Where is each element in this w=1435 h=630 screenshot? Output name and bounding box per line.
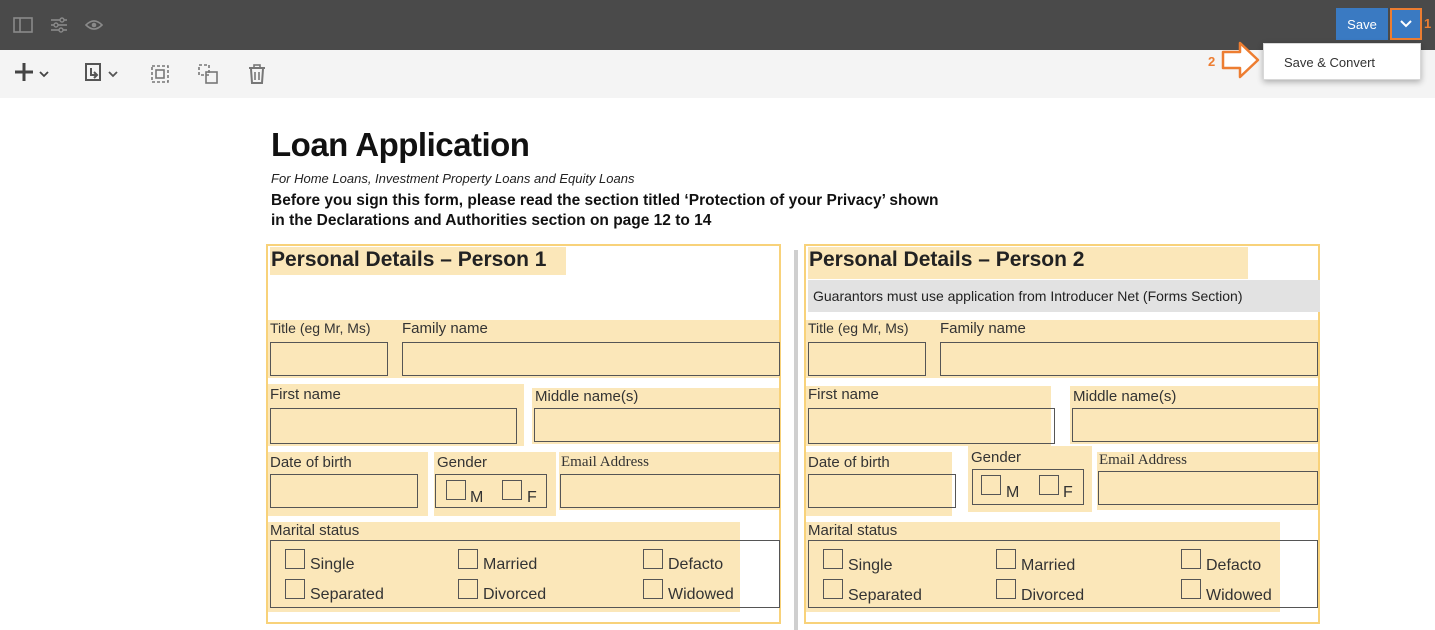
title-field[interactable] (808, 342, 926, 376)
email-field[interactable] (560, 474, 780, 508)
marital-status-label: Marital status (270, 522, 360, 539)
select-field-icon[interactable] (149, 62, 171, 86)
married-label: Married (483, 556, 538, 573)
title-label: Title (eg Mr, Ms) (808, 320, 909, 336)
title-field[interactable] (270, 342, 388, 376)
email-label: Email Address (561, 454, 649, 470)
gender-f-checkbox[interactable] (502, 480, 522, 500)
first-name-label: First name (270, 386, 341, 403)
privacy-warning: Before you sign this form, please read t… (271, 191, 939, 231)
menu-item-save-and-convert[interactable]: Save & Convert (1284, 55, 1375, 70)
defacto-checkbox[interactable] (643, 549, 663, 569)
privacy-warning-line-1: Before you sign this form, please read t… (271, 192, 939, 209)
widowed-label: Widowed (1206, 587, 1272, 604)
page-subtitle: For Home Loans, Investment Property Loan… (271, 171, 635, 186)
date-of-birth-label: Date of birth (808, 454, 890, 471)
date-of-birth-label: Date of birth (270, 454, 352, 471)
family-name-label: Family name (940, 320, 1026, 337)
widowed-checkbox[interactable] (643, 579, 663, 599)
widowed-label: Widowed (668, 586, 734, 603)
add-icon (13, 61, 35, 88)
date-of-birth-field[interactable] (808, 474, 956, 508)
eye-icon[interactable] (84, 15, 104, 35)
married-label: Married (1021, 557, 1076, 574)
separated-checkbox[interactable] (285, 579, 305, 599)
middle-name-label: Middle name(s) (1073, 388, 1177, 405)
date-of-birth-field[interactable] (270, 474, 418, 508)
divorced-label: Divorced (1021, 587, 1085, 604)
column-divider (794, 250, 798, 630)
callout-number-2: 2 (1208, 54, 1216, 69)
first-name-label: First name (808, 386, 879, 403)
delete-icon[interactable] (247, 62, 267, 86)
save-button[interactable]: Save (1336, 8, 1388, 40)
chevron-down-icon (108, 65, 118, 83)
gender-label: Gender (437, 454, 488, 471)
email-label: Email Address (1099, 452, 1187, 468)
gender-f-label: F (527, 489, 537, 506)
defacto-checkbox[interactable] (1181, 549, 1201, 569)
insert-icon (82, 61, 104, 88)
page-title: Loan Application (271, 126, 530, 163)
save-options-dropdown-button[interactable] (1390, 8, 1422, 40)
married-checkbox[interactable] (458, 549, 478, 569)
sliders-icon[interactable] (49, 15, 69, 35)
defacto-label: Defacto (1206, 557, 1262, 574)
group-fields-icon[interactable] (197, 62, 219, 86)
add-dropdown[interactable] (13, 62, 49, 86)
person-1-section[interactable]: Personal Details – Person 1 Title (eg Mr… (266, 244, 781, 624)
single-checkbox[interactable] (285, 549, 305, 569)
arrow-right-icon (1220, 40, 1262, 85)
chevron-down-icon (39, 65, 49, 83)
single-checkbox[interactable] (823, 549, 843, 569)
gender-f-label: F (1063, 484, 1073, 501)
family-name-field[interactable] (402, 342, 780, 376)
guarantor-note: Guarantors must use application from Int… (813, 288, 1243, 304)
family-name-field[interactable] (940, 342, 1318, 376)
gender-label: Gender (971, 449, 1022, 466)
divorced-label: Divorced (483, 586, 547, 603)
gender-m-checkbox[interactable] (981, 475, 1001, 495)
privacy-warning-line-2: in the Declarations and Authorities sect… (271, 212, 712, 229)
middle-name-field[interactable] (534, 408, 780, 442)
title-label: Title (eg Mr, Ms) (270, 320, 371, 336)
sidebar-icon[interactable] (13, 15, 33, 35)
callout-number-1: 1 (1424, 16, 1432, 31)
gender-m-label: M (470, 489, 484, 506)
middle-name-label: Middle name(s) (535, 388, 639, 405)
single-label: Single (848, 557, 893, 574)
single-label: Single (310, 556, 355, 573)
gender-m-label: M (1006, 484, 1020, 501)
gender-f-checkbox[interactable] (1039, 475, 1059, 495)
defacto-label: Defacto (668, 556, 724, 573)
divorced-checkbox[interactable] (996, 579, 1016, 599)
gender-m-checkbox[interactable] (446, 480, 466, 500)
person-2-heading: Personal Details – Person 2 (809, 248, 1085, 271)
divorced-checkbox[interactable] (458, 579, 478, 599)
save-options-menu: Save & Convert (1263, 43, 1421, 80)
first-name-field[interactable] (270, 408, 517, 444)
separated-label: Separated (310, 586, 384, 603)
widowed-checkbox[interactable] (1181, 579, 1201, 599)
person-1-heading: Personal Details – Person 1 (271, 248, 547, 271)
family-name-label: Family name (402, 320, 488, 337)
middle-name-field[interactable] (1072, 408, 1318, 442)
separated-label: Separated (848, 587, 922, 604)
first-name-field[interactable] (808, 408, 1055, 444)
separated-checkbox[interactable] (823, 579, 843, 599)
marital-status-label: Marital status (808, 522, 898, 539)
married-checkbox[interactable] (996, 549, 1016, 569)
email-field[interactable] (1098, 471, 1318, 505)
chevron-down-icon (1400, 15, 1412, 33)
insert-dropdown[interactable] (82, 62, 118, 86)
document-canvas: Loan Application For Home Loans, Investm… (0, 98, 1435, 630)
person-2-section[interactable]: Personal Details – Person 2 Guarantors m… (804, 244, 1320, 624)
